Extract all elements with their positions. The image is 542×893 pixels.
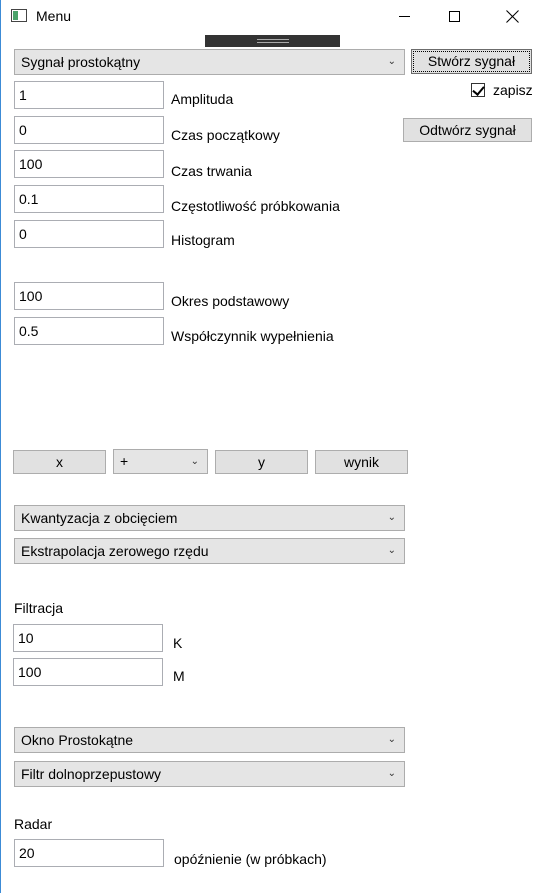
save-checkbox[interactable] xyxy=(471,83,485,97)
quantization-select-value: Kwantyzacja z obcięciem xyxy=(21,510,178,526)
create-signal-button[interactable]: Stwórz sygnał xyxy=(411,49,532,74)
quantization-select[interactable]: Kwantyzacja z obcięciem ⌄ xyxy=(14,505,405,531)
window-title: Menu xyxy=(36,8,72,24)
k-input[interactable]: 10 xyxy=(13,624,163,652)
base-period-label: Okres podstawowy xyxy=(171,293,290,309)
close-button[interactable] xyxy=(489,0,535,32)
chevron-down-icon: ⌄ xyxy=(387,768,396,779)
chevron-down-icon: ⌄ xyxy=(387,56,396,67)
start-time-label: Czas początkowy xyxy=(171,127,280,143)
sampling-rate-label: Częstotliwość próbkowania xyxy=(171,198,340,214)
window-function-select-value: Okno Prostokątne xyxy=(21,732,134,748)
minimize-icon xyxy=(398,15,410,17)
histogram-input[interactable]: 0 xyxy=(14,220,164,248)
amplitude-label: Amplituda xyxy=(171,91,234,107)
radar-delay-input[interactable]: 20 xyxy=(14,839,164,867)
drag-grip-handle[interactable] xyxy=(205,35,340,47)
chevron-down-icon: ⌄ xyxy=(387,545,396,556)
result-button[interactable]: wynik xyxy=(315,450,408,474)
close-icon xyxy=(506,10,519,23)
signal-type-value: Sygnał prostokątny xyxy=(21,54,141,70)
replay-signal-button[interactable]: Odtwórz sygnał xyxy=(403,118,532,142)
m-input[interactable]: 100 xyxy=(13,658,163,686)
x-button[interactable]: x xyxy=(13,450,106,474)
duration-input[interactable]: 100 xyxy=(14,150,164,178)
operator-select[interactable]: + ⌄ xyxy=(113,449,208,474)
filtering-heading: Filtracja xyxy=(14,600,64,616)
y-button[interactable]: y xyxy=(215,450,308,474)
signal-type-select[interactable]: Sygnał prostokątny ⌄ xyxy=(14,49,405,75)
k-label: K xyxy=(173,635,183,651)
amplitude-input[interactable]: 1 xyxy=(14,81,164,109)
save-checkbox-label: zapisz xyxy=(493,82,533,98)
start-time-input[interactable]: 0 xyxy=(14,116,164,144)
radar-delay-label: opóźnienie (w próbkach) xyxy=(174,851,327,867)
m-label: M xyxy=(173,668,185,684)
operator-select-value: + xyxy=(120,453,129,469)
chevron-down-icon: ⌄ xyxy=(190,456,199,467)
duration-label: Czas trwania xyxy=(171,163,252,179)
extrapolation-select[interactable]: Ekstrapolacja zerowego rzędu ⌄ xyxy=(14,538,405,564)
filter-type-select[interactable]: Filtr dolnoprzepustowy ⌄ xyxy=(14,761,405,787)
duty-cycle-label: Współczynnik wypełnienia xyxy=(171,328,334,344)
sampling-rate-input[interactable]: 0.1 xyxy=(14,185,164,213)
app-window-icon xyxy=(11,9,27,22)
title-bar: Menu xyxy=(1,0,542,32)
maximize-button[interactable] xyxy=(431,0,477,32)
main-window: Menu Sygnał prostokątny ⌄ Stwórz sygnał … xyxy=(0,0,542,893)
maximize-icon xyxy=(448,10,460,22)
extrapolation-select-value: Ekstrapolacja zerowego rzędu xyxy=(21,543,209,559)
histogram-label: Histogram xyxy=(171,232,235,248)
chevron-down-icon: ⌄ xyxy=(387,734,396,745)
minimize-button[interactable] xyxy=(381,0,427,32)
window-function-select[interactable]: Okno Prostokątne ⌄ xyxy=(14,727,405,753)
filter-type-select-value: Filtr dolnoprzepustowy xyxy=(21,766,162,782)
base-period-input[interactable]: 100 xyxy=(14,282,164,310)
chevron-down-icon: ⌄ xyxy=(387,512,396,523)
radar-heading: Radar xyxy=(14,816,53,832)
duty-cycle-input[interactable]: 0.5 xyxy=(14,317,164,345)
